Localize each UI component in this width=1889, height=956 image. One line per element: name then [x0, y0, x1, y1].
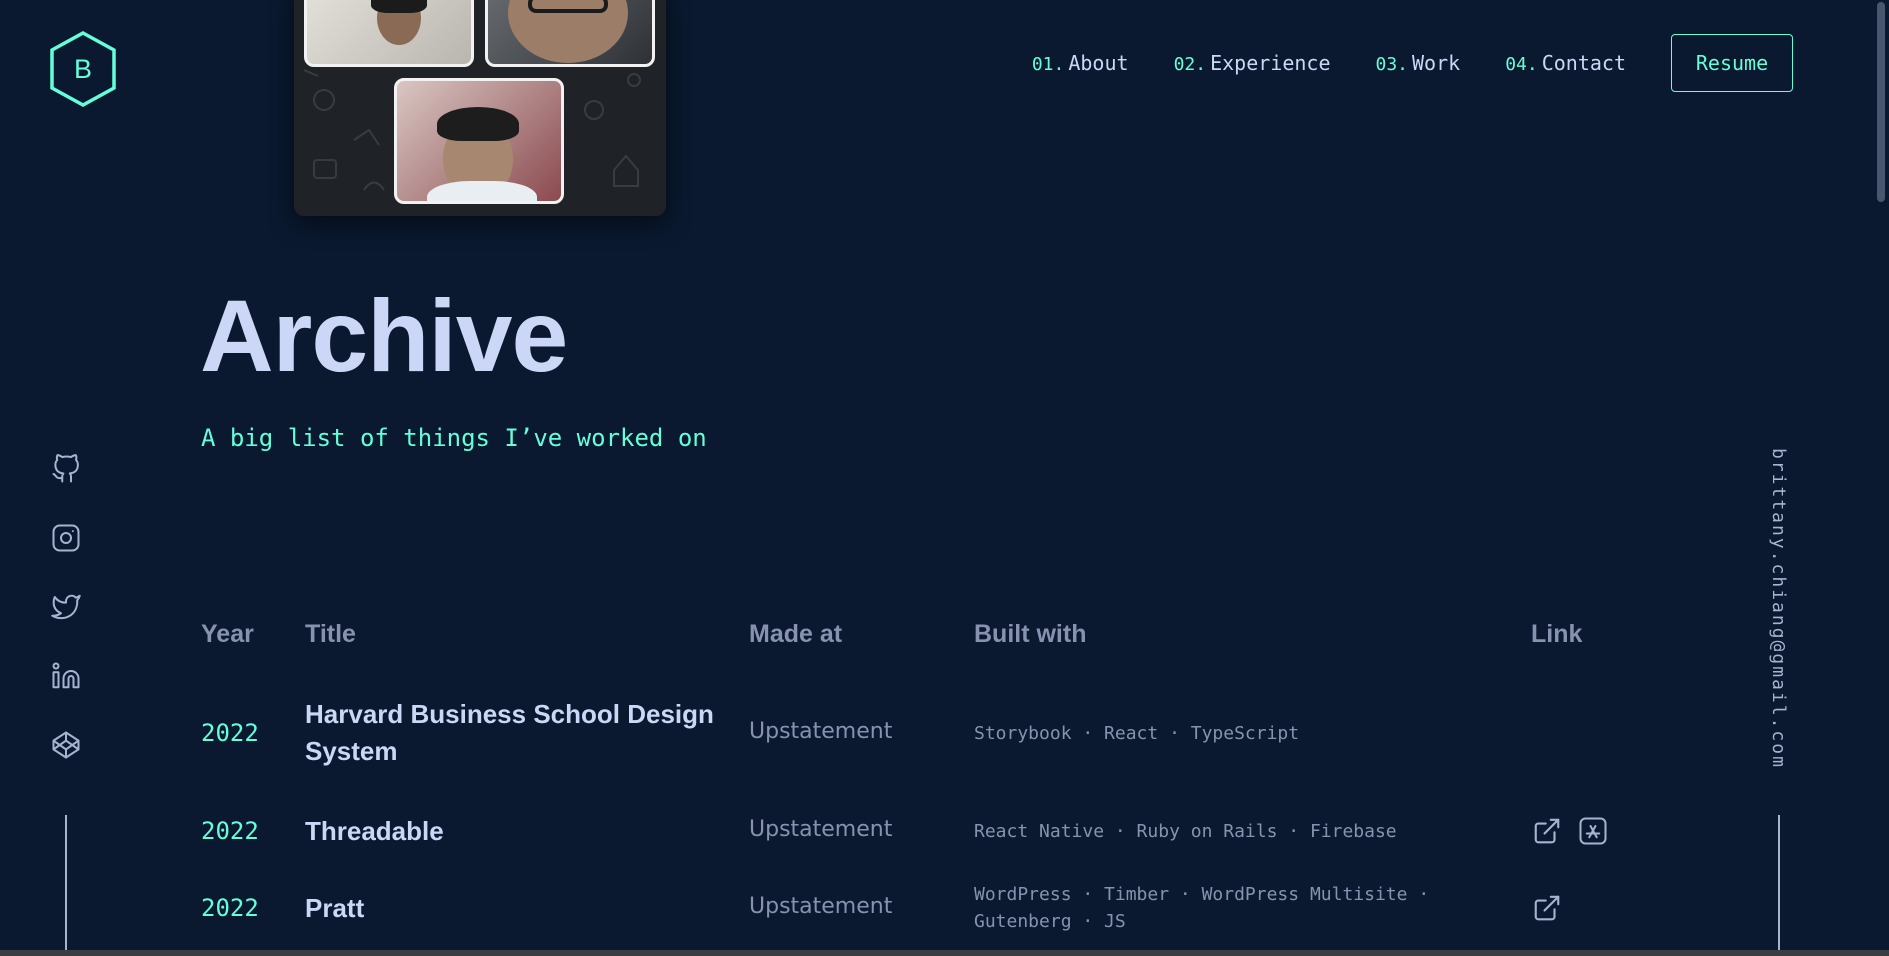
video-tile-participant-3[interactable] [394, 78, 564, 204]
logo-hexagon[interactable]: B [48, 30, 118, 108]
nav-number: 04. [1505, 54, 1538, 75]
top-nav: 01. About 02. Experience 03. Work 04. Co… [1032, 34, 1793, 92]
codepen-link[interactable] [50, 729, 82, 761]
app-store-link[interactable] [1577, 815, 1609, 847]
external-link-icon [1534, 895, 1560, 921]
github-icon [52, 454, 79, 483]
linkedin-link[interactable] [50, 660, 82, 692]
video-tile-participant-1[interactable] [304, 0, 474, 67]
instagram-icon [52, 524, 80, 552]
participant-hair [437, 107, 519, 141]
row-links [1531, 815, 1631, 847]
row-links [1531, 892, 1631, 924]
nav-about[interactable]: 01. About [1032, 51, 1129, 75]
row-built-with: WordPress · Timber · WordPress Multisite… [974, 884, 1430, 932]
row-built-with: Storybook · React · TypeScript [974, 722, 1300, 744]
nav-number: 03. [1375, 54, 1409, 75]
logo-letter: B [74, 54, 92, 84]
row-made-at: Upstatement [749, 893, 893, 919]
nav-label: Work [1412, 51, 1461, 75]
page-title: Archive [200, 279, 568, 393]
page-scrollbar[interactable] [1872, 0, 1889, 950]
window-bottom-edge [0, 950, 1889, 956]
row-title: Pratt [305, 892, 365, 923]
row-year: 2022 [201, 894, 259, 922]
nav-number: 01. [1031, 54, 1065, 75]
header-built-with: Built with [974, 620, 1087, 648]
scrollbar-thumb[interactable] [1877, 2, 1885, 202]
row-year: 2022 [201, 719, 259, 747]
sidebar-divider-left [65, 815, 67, 956]
participant-shirt [427, 181, 537, 201]
linkedin-icon [52, 662, 80, 689]
github-link[interactable] [50, 453, 82, 485]
codepen-icon [52, 731, 80, 759]
table-row: 2022 Harvard Business School Design Syst… [201, 693, 1631, 773]
row-built-with: React Native · Ruby on Rails · Firebase [974, 820, 1397, 842]
header-link: Link [1531, 620, 1583, 648]
twitter-icon [51, 594, 81, 620]
video-tile-participant-2[interactable] [485, 0, 655, 67]
row-title: Threadable [305, 815, 444, 846]
video-call-overlay[interactable] [294, 0, 666, 216]
email-link[interactable]: brittany.chiang@gmail.com [1768, 448, 1789, 769]
table-row: 2022 Pratt Upstatement WordPress · Timbe… [201, 878, 1631, 938]
row-made-at: Upstatement [749, 718, 893, 744]
social-sidebar [50, 453, 82, 798]
row-year: 2022 [201, 817, 259, 845]
participant-hair [371, 0, 427, 13]
header-year: Year [201, 620, 254, 648]
sidebar-divider-right [1778, 815, 1780, 956]
glasses-icon [528, 0, 608, 13]
table-row: 2022 Threadable Upstatement React Native… [201, 811, 1631, 851]
row-title: Harvard Business School Design System [305, 699, 714, 766]
external-link-icon [1534, 818, 1560, 844]
archive-table: Year Title Made at Built with Link 2022 … [201, 620, 1631, 932]
row-made-at: Upstatement [749, 816, 893, 842]
nav-experience[interactable]: 02. Experience [1174, 51, 1331, 75]
table-header: Year Title Made at Built with Link [201, 620, 1631, 654]
app-store-icon [1579, 817, 1607, 845]
nav-label: Experience [1210, 51, 1331, 75]
resume-button[interactable]: Resume [1671, 34, 1793, 92]
hexagon-icon: B [50, 31, 116, 107]
external-link[interactable] [1531, 815, 1563, 847]
twitter-link[interactable] [50, 591, 82, 623]
nav-number: 02. [1173, 54, 1207, 75]
nav-label: About [1068, 51, 1129, 75]
header-title: Title [305, 620, 356, 648]
external-link[interactable] [1531, 892, 1563, 924]
nav-work[interactable]: 03. Work [1376, 51, 1461, 75]
nav-contact[interactable]: 04. Contact [1505, 51, 1626, 75]
page-subtitle: A big list of things I’ve worked on [201, 424, 707, 452]
instagram-link[interactable] [50, 522, 82, 554]
header-made-at: Made at [749, 620, 843, 648]
nav-label: Contact [1541, 51, 1626, 75]
